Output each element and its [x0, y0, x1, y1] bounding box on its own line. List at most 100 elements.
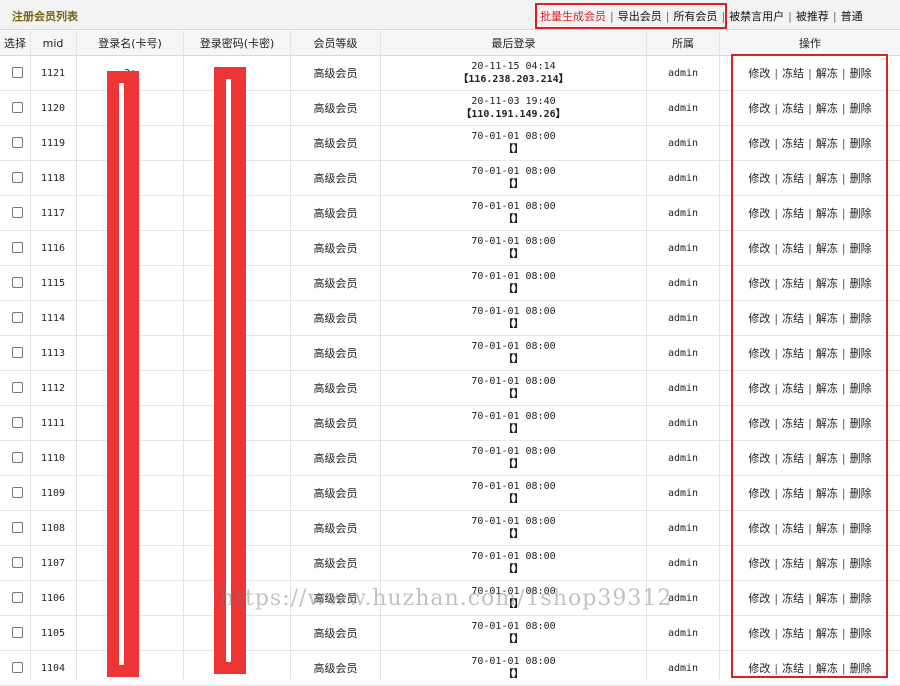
edit-link[interactable]: 修改 — [748, 207, 770, 220]
unfreeze-link[interactable]: 解冻 — [816, 172, 838, 185]
row-checkbox[interactable] — [12, 592, 23, 603]
col-select: 选择 — [4, 37, 26, 50]
delete-link[interactable]: 删除 — [850, 137, 872, 150]
freeze-link[interactable]: 冻结 — [782, 102, 804, 115]
unfreeze-link[interactable]: 解冻 — [816, 522, 838, 535]
edit-link[interactable]: 修改 — [748, 627, 770, 640]
edit-link[interactable]: 修改 — [748, 452, 770, 465]
delete-link[interactable]: 删除 — [850, 417, 872, 430]
freeze-link[interactable]: 冻结 — [782, 662, 804, 675]
unfreeze-link[interactable]: 解冻 — [816, 277, 838, 290]
freeze-link[interactable]: 冻结 — [782, 67, 804, 80]
freeze-link[interactable]: 冻结 — [782, 312, 804, 325]
delete-link[interactable]: 删除 — [850, 102, 872, 115]
actions-cell: 修改 | 冻结 | 解冻 | 删除 — [720, 336, 900, 371]
freeze-link[interactable]: 冻结 — [782, 172, 804, 185]
edit-link[interactable]: 修改 — [748, 312, 770, 325]
edit-link[interactable]: 修改 — [748, 347, 770, 360]
unfreeze-link[interactable]: 解冻 — [816, 347, 838, 360]
freeze-link[interactable]: 冻结 — [782, 487, 804, 500]
unfreeze-link[interactable]: 解冻 — [816, 592, 838, 605]
row-checkbox[interactable] — [12, 557, 23, 568]
unfreeze-link[interactable]: 解冻 — [816, 137, 838, 150]
delete-link[interactable]: 删除 — [850, 242, 872, 255]
row-checkbox[interactable] — [12, 627, 23, 638]
delete-link[interactable]: 删除 — [850, 207, 872, 220]
normal-link[interactable]: 普通 — [841, 10, 863, 23]
freeze-link[interactable]: 冻结 — [782, 452, 804, 465]
edit-link[interactable]: 修改 — [748, 382, 770, 395]
actions-cell: 修改 | 冻结 | 解冻 | 删除 — [720, 266, 900, 301]
edit-link[interactable]: 修改 — [748, 242, 770, 255]
unfreeze-link[interactable]: 解冻 — [816, 662, 838, 675]
freeze-link[interactable]: 冻结 — [782, 242, 804, 255]
row-checkbox[interactable] — [12, 662, 23, 673]
freeze-link[interactable]: 冻结 — [782, 137, 804, 150]
edit-link[interactable]: 修改 — [748, 102, 770, 115]
edit-link[interactable]: 修改 — [748, 417, 770, 430]
freeze-link[interactable]: 冻结 — [782, 557, 804, 570]
row-checkbox[interactable] — [12, 522, 23, 533]
unfreeze-link[interactable]: 解冻 — [816, 382, 838, 395]
freeze-link[interactable]: 冻结 — [782, 207, 804, 220]
freeze-link[interactable]: 冻结 — [782, 382, 804, 395]
unfreeze-link[interactable]: 解冻 — [816, 67, 838, 80]
edit-link[interactable]: 修改 — [748, 662, 770, 675]
edit-link[interactable]: 修改 — [748, 67, 770, 80]
col-level: 会员等级 — [313, 37, 358, 50]
row-checkbox[interactable] — [12, 102, 23, 113]
export-link[interactable]: 导出会员 — [618, 10, 662, 23]
edit-link[interactable]: 修改 — [748, 557, 770, 570]
edit-link[interactable]: 修改 — [748, 277, 770, 290]
row-checkbox[interactable] — [12, 347, 23, 358]
delete-link[interactable]: 删除 — [850, 347, 872, 360]
delete-link[interactable]: 删除 — [850, 452, 872, 465]
delete-link[interactable]: 删除 — [850, 67, 872, 80]
unfreeze-link[interactable]: 解冻 — [816, 102, 838, 115]
row-checkbox[interactable] — [12, 312, 23, 323]
unfreeze-link[interactable]: 解冻 — [816, 452, 838, 465]
freeze-link[interactable]: 冻结 — [782, 417, 804, 430]
row-checkbox[interactable] — [12, 417, 23, 428]
row-checkbox[interactable] — [12, 452, 23, 463]
freeze-link[interactable]: 冻结 — [782, 277, 804, 290]
row-checkbox[interactable] — [12, 67, 23, 78]
row-checkbox[interactable] — [12, 137, 23, 148]
unfreeze-link[interactable]: 解冻 — [816, 312, 838, 325]
batch-generate-link[interactable]: 批量生成会员 — [540, 10, 606, 23]
row-checkbox[interactable] — [12, 242, 23, 253]
edit-link[interactable]: 修改 — [748, 137, 770, 150]
row-checkbox[interactable] — [12, 382, 23, 393]
unfreeze-link[interactable]: 解冻 — [816, 242, 838, 255]
edit-link[interactable]: 修改 — [748, 487, 770, 500]
delete-link[interactable]: 删除 — [850, 627, 872, 640]
row-checkbox[interactable] — [12, 207, 23, 218]
freeze-link[interactable]: 冻结 — [782, 592, 804, 605]
row-checkbox[interactable] — [12, 172, 23, 183]
delete-link[interactable]: 删除 — [850, 557, 872, 570]
unfreeze-link[interactable]: 解冻 — [816, 417, 838, 430]
delete-link[interactable]: 删除 — [850, 522, 872, 535]
delete-link[interactable]: 删除 — [850, 487, 872, 500]
all-members-link[interactable]: 所有会员 — [673, 10, 717, 23]
unfreeze-link[interactable]: 解冻 — [816, 487, 838, 500]
freeze-link[interactable]: 冻结 — [782, 627, 804, 640]
delete-link[interactable]: 删除 — [850, 662, 872, 675]
row-checkbox[interactable] — [12, 487, 23, 498]
delete-link[interactable]: 删除 — [850, 312, 872, 325]
row-checkbox[interactable] — [12, 277, 23, 288]
freeze-link[interactable]: 冻结 — [782, 522, 804, 535]
unfreeze-link[interactable]: 解冻 — [816, 557, 838, 570]
delete-link[interactable]: 删除 — [850, 172, 872, 185]
recommended-link[interactable]: 被推荐 — [796, 10, 829, 23]
muted-users-link[interactable]: 被禁言用户 — [729, 10, 784, 23]
edit-link[interactable]: 修改 — [748, 172, 770, 185]
delete-link[interactable]: 删除 — [850, 592, 872, 605]
edit-link[interactable]: 修改 — [748, 522, 770, 535]
unfreeze-link[interactable]: 解冻 — [816, 207, 838, 220]
edit-link[interactable]: 修改 — [748, 592, 770, 605]
delete-link[interactable]: 删除 — [850, 277, 872, 290]
freeze-link[interactable]: 冻结 — [782, 347, 804, 360]
delete-link[interactable]: 删除 — [850, 382, 872, 395]
unfreeze-link[interactable]: 解冻 — [816, 627, 838, 640]
